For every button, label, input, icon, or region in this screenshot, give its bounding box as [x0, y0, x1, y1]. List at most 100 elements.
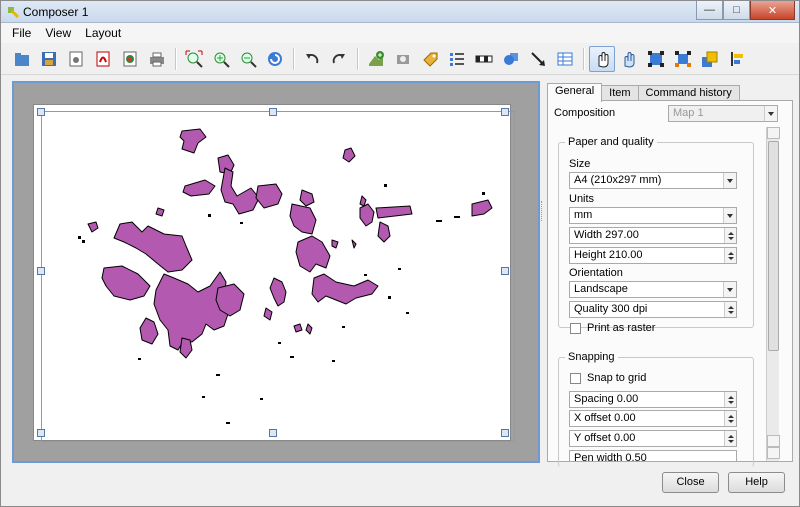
- snap-grid-checkbox[interactable]: [570, 373, 581, 384]
- print-raster-checkbox[interactable]: [570, 323, 581, 334]
- zoom-full-button[interactable]: [181, 46, 207, 72]
- menu-layout[interactable]: Layout: [78, 26, 128, 40]
- open-template-icon: [15, 52, 29, 66]
- window-title: Composer 1: [23, 5, 89, 19]
- add-scalebar-icon: [475, 55, 493, 62]
- menu-bar: File View Layout: [1, 23, 799, 43]
- zoom-full-icon: [185, 50, 203, 68]
- ungroup-button[interactable]: [670, 46, 696, 72]
- toolbar-separator: [293, 47, 295, 70]
- spacing-spinbox[interactable]: Spacing 0.00: [569, 391, 737, 408]
- group-button[interactable]: [643, 46, 669, 72]
- undo-icon: [306, 53, 319, 63]
- spin-down-icon[interactable]: [724, 235, 736, 243]
- resize-handle-top-left[interactable]: [37, 108, 45, 116]
- resize-handle-top[interactable]: [269, 108, 277, 116]
- add-image-button[interactable]: [390, 46, 416, 72]
- window-controls: — □ ✕: [696, 1, 795, 20]
- map-item[interactable]: [41, 111, 515, 442]
- align-items-icon: [731, 51, 743, 66]
- spin-down-icon[interactable]: [724, 399, 736, 407]
- units-select[interactable]: mm: [569, 207, 737, 224]
- resize-handle-bottom[interactable]: [269, 429, 277, 437]
- scroll-down-button[interactable]: [767, 447, 780, 459]
- spin-down-icon[interactable]: [724, 438, 736, 446]
- pen-width-spinbox[interactable]: Pen width 0.50: [569, 450, 737, 462]
- add-label-button[interactable]: [417, 46, 443, 72]
- size-select[interactable]: A4 (210x297 mm): [569, 172, 737, 189]
- add-legend-button[interactable]: [444, 46, 470, 72]
- paper-page: [33, 104, 515, 442]
- redo-button[interactable]: [326, 46, 352, 72]
- spin-down-icon[interactable]: [724, 255, 736, 263]
- export-image-button[interactable]: [63, 46, 89, 72]
- redo-icon: [332, 53, 345, 63]
- add-image-icon: [397, 54, 409, 64]
- quality-spinbox[interactable]: Quality 300 dpi: [569, 301, 737, 318]
- scroll-up-button[interactable]: [767, 127, 780, 139]
- menu-view[interactable]: View: [38, 26, 78, 40]
- resize-handle-top-right[interactable]: [501, 108, 509, 116]
- add-shape-button[interactable]: [498, 46, 524, 72]
- composition-canvas[interactable]: [12, 81, 540, 463]
- panel-scrollbar[interactable]: [766, 127, 780, 461]
- open-template-button[interactable]: [9, 46, 35, 72]
- chevron-down-icon: [723, 208, 736, 223]
- tab-general[interactable]: General: [547, 83, 603, 102]
- orientation-select[interactable]: Landscape: [569, 281, 737, 298]
- units-label: Units: [569, 193, 595, 205]
- scroll-up-button-lower[interactable]: [767, 435, 780, 447]
- chevron-down-icon: [723, 173, 736, 188]
- resize-handle-left[interactable]: [37, 267, 45, 275]
- pen-width-value: Pen width 0.50: [574, 452, 647, 462]
- refresh-button[interactable]: [262, 46, 288, 72]
- x-offset-value: X offset 0.00: [574, 412, 636, 424]
- close-window-button[interactable]: ✕: [750, 1, 795, 20]
- raise-items-icon: [702, 51, 718, 67]
- raise-items-button[interactable]: [697, 46, 723, 72]
- minimize-button[interactable]: —: [696, 1, 723, 20]
- align-items-button[interactable]: [724, 46, 750, 72]
- zoom-in-icon: [214, 52, 230, 68]
- zoom-out-icon: [241, 52, 257, 68]
- spin-down-icon[interactable]: [724, 309, 736, 317]
- select-move-button[interactable]: [589, 45, 615, 72]
- menu-file[interactable]: File: [5, 26, 38, 40]
- export-pdf-button[interactable]: [90, 46, 116, 72]
- resize-handle-bottom-left[interactable]: [37, 429, 45, 437]
- select-move-icon: [598, 51, 609, 68]
- title-bar: Composer 1 — □ ✕: [1, 1, 799, 23]
- zoom-in-button[interactable]: [208, 46, 234, 72]
- add-table-button[interactable]: [552, 46, 578, 72]
- width-spinbox[interactable]: Width 297.00: [569, 227, 737, 244]
- print-button[interactable]: [144, 46, 170, 72]
- add-map-button[interactable]: [363, 46, 389, 72]
- add-arrow-button[interactable]: [525, 46, 551, 72]
- save-template-button[interactable]: [36, 46, 62, 72]
- height-spinbox[interactable]: Height 210.00: [569, 247, 737, 264]
- orientation-label: Orientation: [569, 267, 623, 279]
- spin-down-icon[interactable]: [724, 418, 736, 426]
- resize-handle-bottom-right[interactable]: [501, 429, 509, 437]
- maximize-button[interactable]: □: [723, 1, 750, 20]
- help-button[interactable]: Help: [728, 472, 785, 493]
- undo-button[interactable]: [299, 46, 325, 72]
- resize-handle-right[interactable]: [501, 267, 509, 275]
- add-shape-icon: [504, 52, 518, 65]
- qgis-app-icon: [8, 7, 20, 19]
- orientation-value: Landscape: [574, 283, 628, 295]
- y-offset-spinbox[interactable]: Y offset 0.00: [569, 430, 737, 447]
- move-content-button[interactable]: [616, 46, 642, 72]
- panel-splitter[interactable]: [541, 201, 544, 221]
- properties-panel: General Item Command history Composition…: [545, 81, 795, 467]
- save-template-icon: [42, 51, 56, 66]
- composition-select[interactable]: Map 1: [668, 105, 778, 122]
- close-button[interactable]: Close: [662, 472, 719, 493]
- x-offset-spinbox[interactable]: X offset 0.00: [569, 410, 737, 427]
- quality-value: Quality 300 dpi: [574, 303, 648, 315]
- export-svg-button[interactable]: [117, 46, 143, 72]
- zoom-out-button[interactable]: [235, 46, 261, 72]
- add-scalebar-button[interactable]: [471, 46, 497, 72]
- scroll-thumb[interactable]: [768, 141, 779, 351]
- export-pdf-icon: [96, 51, 110, 66]
